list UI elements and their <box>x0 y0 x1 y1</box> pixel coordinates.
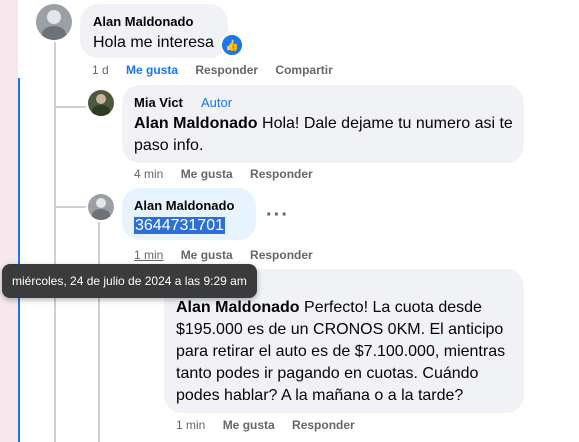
reply-connector <box>54 106 86 108</box>
comment-time[interactable]: 1 d <box>92 63 109 77</box>
reply-text: Alan Maldonado Perfecto! La cuota desde … <box>176 297 516 407</box>
focus-indicator-line <box>18 78 20 442</box>
selected-phone-number[interactable]: 3644731701 <box>134 217 225 234</box>
reply-time[interactable]: 1 min <box>176 418 205 432</box>
reply-actions: 4 min Me gusta Responder <box>134 167 327 181</box>
comment-actions: 1 d Me gusta Responder Compartir <box>92 63 347 77</box>
thread-line <box>54 42 56 442</box>
like-button[interactable]: Me gusta <box>223 418 275 432</box>
thumbs-up-icon[interactable]: 👍 <box>220 33 244 57</box>
like-button[interactable]: Me gusta <box>126 63 178 77</box>
reply-bubble: Alan Maldonado 3644731701 <box>122 188 256 240</box>
reply-author[interactable]: Mia Vict <box>134 95 183 110</box>
thread-line <box>98 222 100 442</box>
reply-text: Alan Maldonado Hola! Dale dejame tu nume… <box>134 113 514 157</box>
avatar[interactable] <box>88 90 114 116</box>
reply-actions: 1 min Me gusta Responder <box>176 418 369 432</box>
reply-button[interactable]: Responder <box>250 167 313 181</box>
reply-button[interactable]: Responder <box>195 63 258 77</box>
reply-connector <box>54 206 86 208</box>
reply-text: 3644731701 <box>134 215 225 237</box>
comment-author[interactable]: Alan Maldonado <box>93 14 193 29</box>
reply-author[interactable]: Alan Maldonado <box>134 198 234 213</box>
more-options-icon[interactable]: ··· <box>266 204 289 227</box>
timestamp-tooltip: miércoles, 24 de julio de 2024 a las 9:2… <box>2 264 257 298</box>
page-left-margin <box>0 0 18 442</box>
comment-text: Hola me interesa <box>93 34 214 51</box>
avatar[interactable] <box>36 4 72 40</box>
reply-time[interactable]: 1 min <box>134 248 163 262</box>
mention-link[interactable]: Alan Maldonado <box>134 115 258 132</box>
comment-bubble: Alan Maldonado Hola me interesa <box>80 4 228 58</box>
reply-time[interactable]: 4 min <box>134 167 163 181</box>
mention-link[interactable]: Alan Maldonado <box>176 299 300 316</box>
author-badge: Autor <box>201 95 233 110</box>
reply-button[interactable]: Responder <box>292 418 355 432</box>
reply-actions: 1 min Me gusta Responder <box>134 248 327 262</box>
reply-button[interactable]: Responder <box>250 248 313 262</box>
avatar[interactable] <box>88 194 114 220</box>
like-button[interactable]: Me gusta <box>181 167 233 181</box>
share-button[interactable]: Compartir <box>275 63 332 77</box>
like-button[interactable]: Me gusta <box>181 248 233 262</box>
reply-bubble: Mia Vict Autor Alan Maldonado Hola! Dale… <box>122 85 524 163</box>
